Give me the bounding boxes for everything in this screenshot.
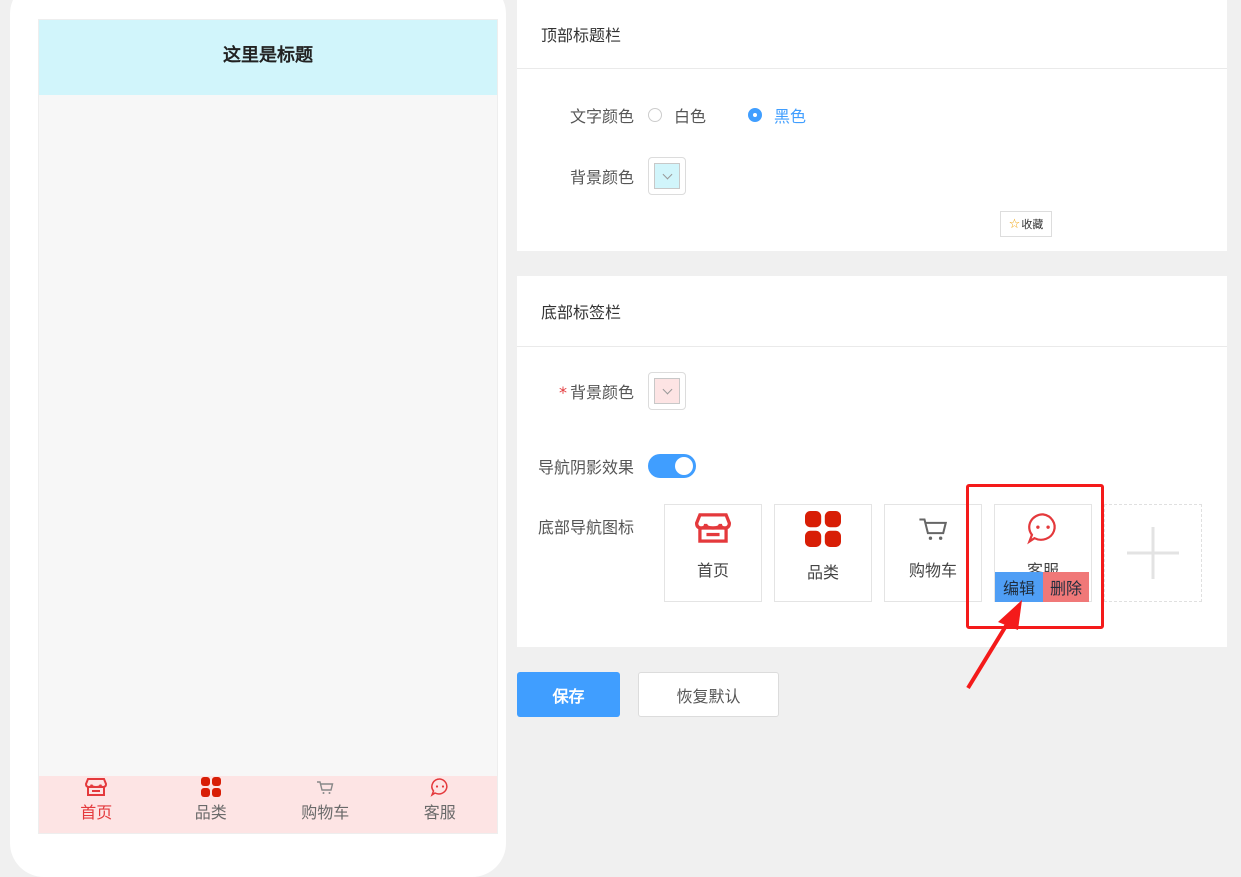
save-button[interactable]: 保存 xyxy=(517,672,620,717)
preview-tabbar: 首页 品类 购物车 客服 xyxy=(39,776,497,833)
cart-icon xyxy=(919,518,948,540)
cart-icon xyxy=(317,781,334,794)
preview-title: 这里是标题 xyxy=(223,44,313,66)
shadow-label: 导航阴影效果 xyxy=(537,458,634,477)
nav-card-label: 购物车 xyxy=(908,561,957,580)
nav-icons-row: 底部导航图标 xyxy=(517,514,648,538)
bg-color-label-text: 背景颜色 xyxy=(569,383,634,402)
shadow-toggle[interactable] xyxy=(648,454,696,478)
star-icon: ☆ xyxy=(1008,216,1021,232)
preview-tab-service[interactable]: 客服 xyxy=(383,776,498,833)
chat-bubble-icon xyxy=(430,778,448,797)
preview-tab-cart[interactable]: 购物车 xyxy=(268,776,383,833)
favorite-label: 收藏 xyxy=(1021,218,1044,231)
radio-circle[interactable] xyxy=(648,108,662,122)
chevron-down-icon xyxy=(662,384,672,395)
text-color-row: 文字颜色 白色 黑色 xyxy=(517,103,848,127)
radio-label: 白色 xyxy=(674,107,707,126)
bg-color-label: 背景颜色 xyxy=(569,168,634,187)
bottom-bg-color-row: * 背景颜色 xyxy=(517,372,686,410)
card-actions: 编辑 删除 xyxy=(995,572,1089,602)
radio-label: 黑色 xyxy=(774,107,807,126)
grid-icon xyxy=(200,777,221,797)
chevron-down-icon xyxy=(662,169,672,180)
preview-tab-label: 品类 xyxy=(194,803,227,822)
favorite-button[interactable]: ☆ 收藏 xyxy=(1000,211,1052,237)
nav-card-cart[interactable]: 购物车 xyxy=(884,504,982,602)
radio-circle[interactable] xyxy=(748,108,763,122)
preview-tab-label: 购物车 xyxy=(301,803,350,822)
chat-bubble-icon xyxy=(1027,513,1056,545)
preview-tab-label: 首页 xyxy=(80,803,113,822)
preview-tab-category[interactable]: 品类 xyxy=(154,776,269,833)
nav-card-home[interactable]: 首页 xyxy=(664,504,762,602)
plus-icon xyxy=(1127,527,1179,579)
nav-card-service[interactable]: 客服 编辑 删除 xyxy=(994,504,1092,602)
color-swatch xyxy=(654,163,680,189)
bottom-bg-color-picker[interactable] xyxy=(648,372,686,410)
nav-card-label: 品类 xyxy=(806,563,839,582)
text-color-label: 文字颜色 xyxy=(569,107,634,126)
color-swatch xyxy=(654,378,680,404)
bg-color-label: * 背景颜色 xyxy=(517,379,648,403)
nav-card-label: 首页 xyxy=(696,561,729,580)
nav-card-category[interactable]: 品类 xyxy=(774,504,872,602)
preview-tab-label: 客服 xyxy=(423,803,456,822)
nav-icon-list: 首页 品类 购物车 客服 编辑 删除 xyxy=(664,504,1202,602)
required-mark: * xyxy=(558,383,567,402)
storefront-icon xyxy=(695,513,731,543)
radio-black[interactable]: 黑色 xyxy=(748,103,806,127)
radio-white[interactable]: 白色 xyxy=(648,103,706,127)
top-bg-color-picker[interactable] xyxy=(648,157,686,195)
phone-preview: 这里是标题 首页 品类 购物车 客服 xyxy=(10,0,506,877)
preview-header: 这里是标题 xyxy=(39,20,497,95)
add-nav-item-button[interactable] xyxy=(1104,504,1202,602)
preview-screen: 这里是标题 首页 品类 购物车 客服 xyxy=(38,19,498,834)
edit-button[interactable]: 编辑 xyxy=(995,572,1043,602)
panel-heading: 顶部标题栏 xyxy=(517,0,1227,69)
storefront-icon xyxy=(85,778,108,796)
nav-icons-label: 底部导航图标 xyxy=(537,518,634,537)
reset-default-button[interactable]: 恢复默认 xyxy=(638,672,779,717)
preview-tab-home[interactable]: 首页 xyxy=(39,776,154,833)
grid-icon xyxy=(805,511,841,547)
top-bg-color-row: 背景颜色 xyxy=(517,157,686,195)
shadow-row: 导航阴影效果 xyxy=(517,454,696,478)
delete-button[interactable]: 删除 xyxy=(1043,572,1089,602)
panel-heading: 底部标签栏 xyxy=(517,276,1227,347)
